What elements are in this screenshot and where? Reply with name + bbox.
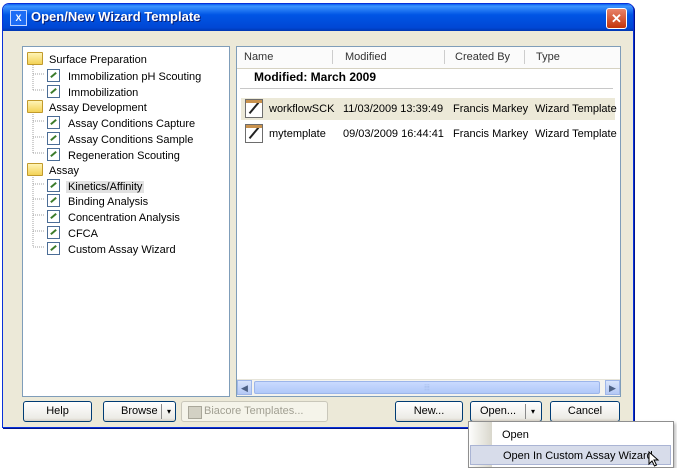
browse-button-label: Browse bbox=[121, 405, 158, 417]
tree-item-regeneration-scouting[interactable]: Regeneration Scouting bbox=[47, 146, 182, 162]
tree-item-cfca[interactable]: CFCA bbox=[47, 224, 100, 240]
item-modified: 09/03/2009 16:44:41 bbox=[343, 128, 444, 140]
tree-folder-assay[interactable]: Assay bbox=[27, 161, 81, 177]
tree-folder-surface-preparation[interactable]: Surface Preparation bbox=[27, 50, 149, 66]
new-button[interactable]: New... bbox=[395, 401, 463, 422]
biacore-templates-label: Biacore Templates... bbox=[204, 405, 304, 417]
tree-item-immobilization[interactable]: Immobilization bbox=[47, 83, 140, 99]
list-item-workflowsck[interactable]: workflowSCK 11/03/2009 13:39:49 Francis … bbox=[241, 98, 617, 120]
close-button[interactable]: ✕ bbox=[606, 8, 627, 29]
wizard-template-icon bbox=[47, 179, 60, 192]
cancel-button[interactable]: Cancel bbox=[550, 401, 620, 422]
chevron-down-icon[interactable]: ▾ bbox=[163, 402, 175, 421]
list-header: Name Modified Created By Type bbox=[237, 47, 620, 69]
open-button[interactable]: Open... ▾ bbox=[470, 401, 542, 422]
menu-item-open[interactable]: Open bbox=[470, 425, 671, 445]
scroll-right-button[interactable]: ▶ bbox=[605, 380, 620, 395]
wizard-template-icon bbox=[47, 210, 60, 223]
tree-item-concentration-analysis[interactable]: Concentration Analysis bbox=[47, 208, 182, 224]
scroll-thumb[interactable]: ⦙⦙⦙ bbox=[254, 381, 600, 394]
menu-item-open-in-custom-assay-wizard[interactable]: Open In Custom Assay Wizard bbox=[470, 445, 671, 465]
wizard-template-icon bbox=[245, 124, 263, 143]
item-name: mytemplate bbox=[269, 128, 326, 140]
title-bar[interactable]: X Open/New Wizard Template ✕ bbox=[3, 4, 633, 31]
list-item-mytemplate[interactable]: mytemplate 09/03/2009 16:44:41 Francis M… bbox=[241, 123, 617, 145]
templates-folder-icon bbox=[188, 406, 202, 419]
column-header-modified[interactable]: Modified bbox=[345, 51, 387, 63]
template-list[interactable]: Name Modified Created By Type Modified: … bbox=[236, 46, 621, 397]
wizard-template-icon bbox=[47, 226, 60, 239]
button-split-divider bbox=[525, 404, 526, 419]
item-type: Wizard Template bbox=[535, 103, 617, 115]
column-header-type[interactable]: Type bbox=[536, 51, 560, 63]
wizard-template-icon bbox=[47, 69, 60, 82]
tree-item-binding-analysis[interactable]: Binding Analysis bbox=[47, 192, 150, 208]
wizard-template-icon bbox=[47, 194, 60, 207]
browse-button[interactable]: Browse ▾ bbox=[103, 401, 176, 422]
open-button-label: Open... bbox=[480, 405, 517, 417]
column-divider[interactable] bbox=[444, 50, 445, 64]
group-divider bbox=[240, 88, 613, 89]
item-type: Wizard Template bbox=[535, 128, 617, 140]
horizontal-scrollbar[interactable]: ◀ ⦙⦙⦙ ▶ bbox=[237, 379, 620, 396]
help-button[interactable]: Help bbox=[23, 401, 92, 422]
wizard-template-icon bbox=[245, 99, 263, 118]
item-name: workflowSCK bbox=[269, 103, 335, 115]
open-dropdown-menu: Open Open In Custom Assay Wizard bbox=[468, 421, 674, 468]
tree-item-custom-assay-wizard[interactable]: Custom Assay Wizard bbox=[47, 240, 178, 256]
wizard-template-icon bbox=[47, 116, 60, 129]
folder-icon bbox=[27, 52, 43, 65]
tree-item-assay-conditions-capture[interactable]: Assay Conditions Capture bbox=[47, 114, 197, 130]
window-title: Open/New Wizard Template bbox=[31, 9, 201, 24]
column-header-created-by[interactable]: Created By bbox=[455, 51, 510, 63]
biacore-templates-button: Biacore Templates... bbox=[181, 401, 328, 422]
mouse-cursor-icon bbox=[648, 451, 660, 467]
button-split-divider bbox=[161, 404, 162, 419]
template-category-tree[interactable]: Surface Preparation Immobilization pH Sc… bbox=[22, 46, 230, 397]
scroll-left-button[interactable]: ◀ bbox=[237, 380, 252, 395]
item-created-by: Francis Markey bbox=[453, 128, 529, 140]
app-icon: X bbox=[10, 10, 27, 26]
tree-item-immobilization-ph-scouting[interactable]: Immobilization pH Scouting bbox=[47, 67, 203, 83]
group-header: Modified: March 2009 bbox=[254, 70, 377, 84]
column-divider[interactable] bbox=[332, 50, 333, 64]
dialog-window: X Open/New Wizard Template ✕ Surface Pre… bbox=[2, 3, 634, 428]
folder-icon bbox=[27, 100, 43, 113]
wizard-template-icon bbox=[47, 242, 60, 255]
tree-folder-assay-development[interactable]: Assay Development bbox=[27, 98, 149, 114]
column-divider[interactable] bbox=[524, 50, 525, 64]
wizard-template-icon bbox=[47, 148, 60, 161]
column-header-name[interactable]: Name bbox=[244, 51, 273, 63]
wizard-template-icon bbox=[47, 132, 60, 145]
tree-item-kinetics-affinity[interactable]: Kinetics/Affinity bbox=[47, 177, 145, 193]
item-created-by: Francis Markey bbox=[453, 103, 529, 115]
chevron-down-icon[interactable]: ▾ bbox=[527, 402, 539, 421]
tree-item-assay-conditions-sample[interactable]: Assay Conditions Sample bbox=[47, 130, 195, 146]
wizard-template-icon bbox=[47, 85, 60, 98]
folder-icon bbox=[27, 163, 43, 176]
item-modified: 11/03/2009 13:39:49 bbox=[343, 103, 444, 115]
